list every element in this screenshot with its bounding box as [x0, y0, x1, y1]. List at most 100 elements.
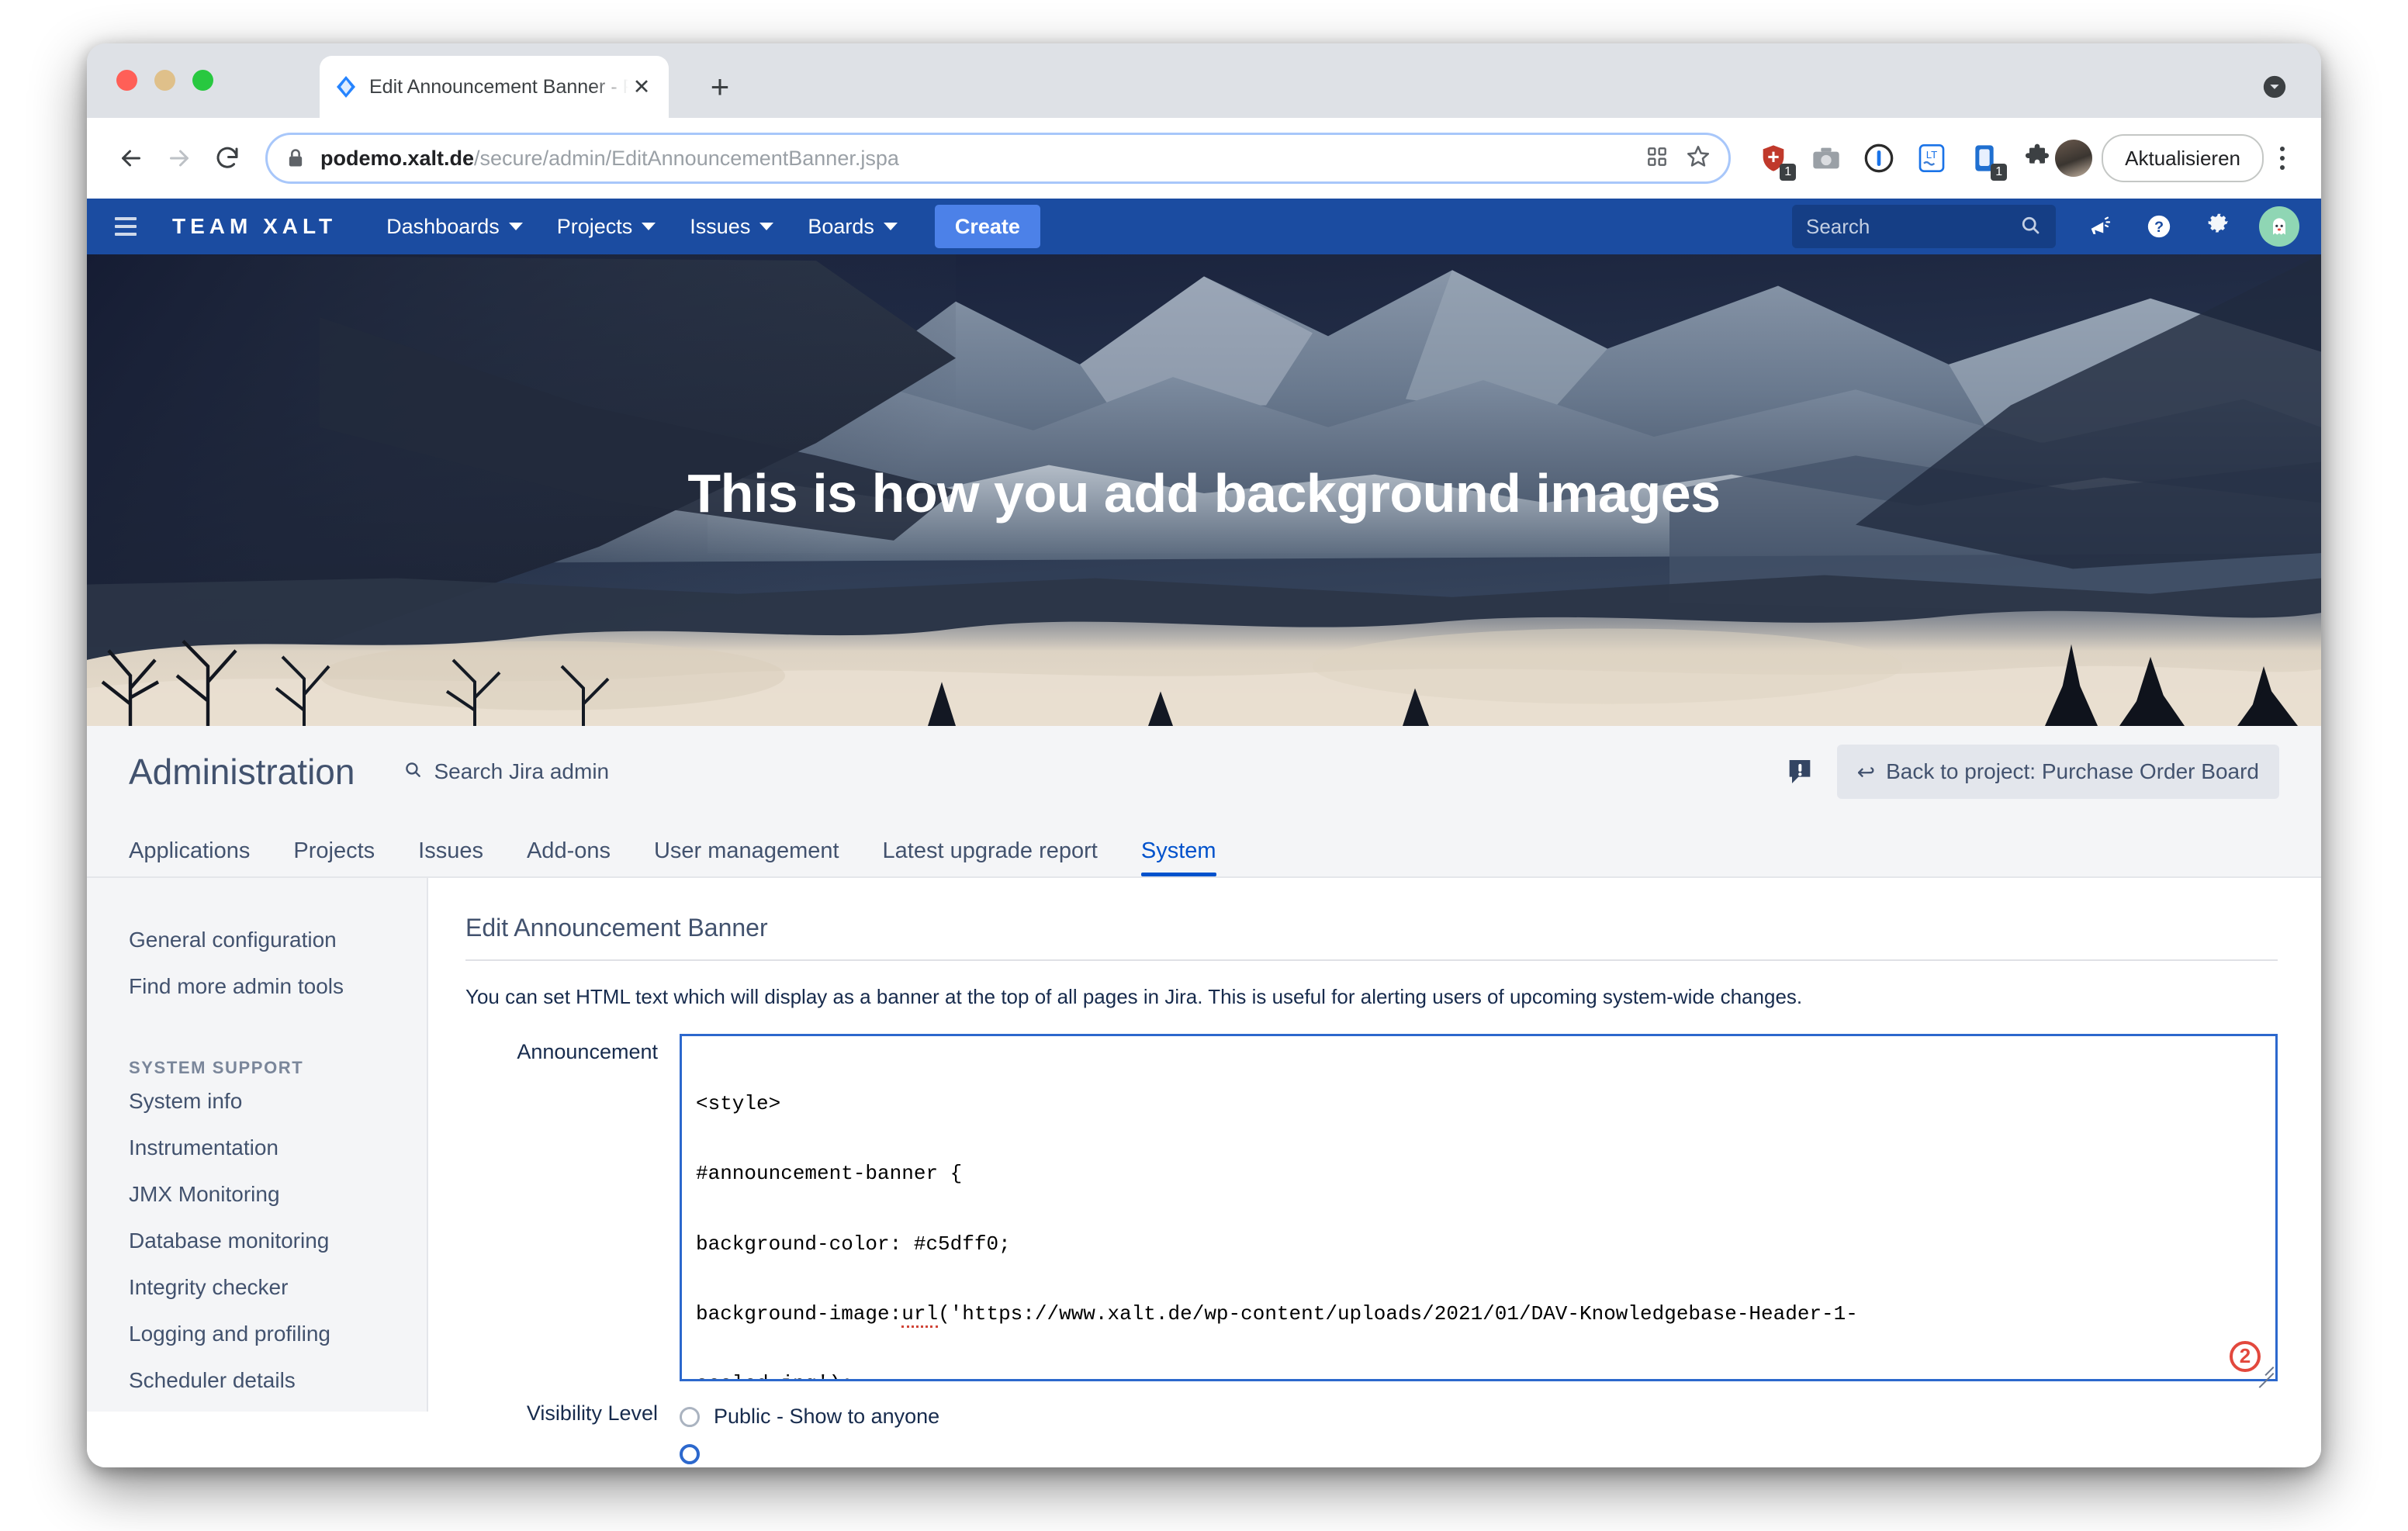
- forward-button[interactable]: [155, 134, 203, 182]
- close-window-button[interactable]: [116, 70, 137, 91]
- sidebar-item-troubleshooting-and-support[interactable]: Troubleshooting and support: [87, 1404, 427, 1412]
- back-to-project-button[interactable]: ↩ Back to project: Purchase Order Board: [1836, 745, 2279, 799]
- megaphone-icon[interactable]: [2082, 209, 2118, 244]
- browser-tab-strip: Edit Announcement Banner - P ✕ +: [87, 43, 2321, 118]
- browser-window: Edit Announcement Banner - P ✕ + podemo.…: [87, 43, 2321, 1467]
- address-bar-url: podemo.xalt.de/secure/admin/EditAnnounce…: [320, 147, 1634, 171]
- administration-tabs: Applications Projects Issues Add-ons Use…: [87, 817, 2321, 876]
- tab-applications[interactable]: Applications: [129, 838, 250, 876]
- main-description: You can set HTML text which will display…: [465, 985, 1803, 1008]
- browser-tab-title: Edit Announcement Banner - P: [369, 75, 628, 98]
- qr-code-icon[interactable]: [1645, 144, 1669, 173]
- radio-button-second[interactable]: [680, 1443, 700, 1464]
- window-traffic-lights: [116, 70, 213, 91]
- announcement-field-label: Announcement: [517, 1039, 658, 1063]
- zoom-window-button[interactable]: [192, 70, 213, 91]
- chrome-profile-avatar[interactable]: [2055, 140, 2093, 177]
- admin-search-label: Search Jira admin: [434, 759, 610, 783]
- new-tab-button[interactable]: +: [700, 67, 740, 107]
- code-line: #announcement-banner {: [696, 1162, 963, 1186]
- user-avatar[interactable]: [2259, 206, 2299, 247]
- jira-search-input[interactable]: Search: [1792, 205, 2056, 248]
- tab-system[interactable]: System: [1140, 838, 1216, 876]
- heading-divider: [465, 959, 2278, 961]
- tab-issues[interactable]: Issues: [418, 838, 483, 876]
- shield-extension-badge: 1: [1780, 164, 1797, 181]
- feedback-icon[interactable]: [1784, 755, 1815, 789]
- annotation-badge-2: 2: [2230, 1340, 2261, 1372]
- administration-section: Administration Search Jira admin ↩ Back …: [87, 726, 2321, 876]
- jira-top-navigation: TEAM XALT Dashboards Projects Issues Boa…: [87, 199, 2321, 254]
- update-chrome-button[interactable]: Aktualisieren: [2102, 134, 2264, 182]
- jira-favicon-icon: [334, 74, 358, 99]
- sidebar-item-integrity-checker[interactable]: Integrity checker: [87, 1264, 427, 1311]
- admin-main-panel: Edit Announcement Banner You can set HTM…: [428, 878, 2321, 1464]
- tab-add-ons[interactable]: Add-ons: [527, 838, 611, 876]
- code-line: scaled.jpg');: [696, 1372, 2264, 1378]
- browser-tab[interactable]: Edit Announcement Banner - P ✕: [320, 56, 669, 118]
- sidebar-item-scheduler-details[interactable]: Scheduler details: [87, 1357, 427, 1404]
- code-token-suffix: ('https://www.xalt.de/wp-content/uploads…: [938, 1302, 1858, 1326]
- sidebar-item-database-monitoring[interactable]: Database monitoring: [87, 1218, 427, 1264]
- tab-search-icon[interactable]: [2254, 67, 2295, 107]
- back-button[interactable]: [107, 134, 155, 182]
- announcement-textarea-wrapper: <style> #announcement-banner { backgroun…: [680, 1033, 2278, 1381]
- visibility-level-label: Visibility Level: [526, 1401, 658, 1425]
- camera-extension-icon[interactable]: [1808, 140, 1844, 176]
- sidebar-item-instrumentation[interactable]: Instrumentation: [87, 1125, 427, 1171]
- close-tab-icon[interactable]: ✕: [628, 74, 655, 100]
- announcement-banner-preview: This is how you add background images: [87, 254, 2321, 726]
- bookmark-star-icon[interactable]: [1685, 143, 1711, 174]
- clipboard-extension-badge: 1: [1991, 164, 2008, 181]
- jira-nav-icons: ?: [2082, 206, 2299, 247]
- announcement-textarea[interactable]: <style> #announcement-banner { backgroun…: [680, 1033, 2278, 1381]
- sidebar-section-system-support: SYSTEM SUPPORT: [129, 1058, 304, 1077]
- sidebar-item-logging-and-profiling[interactable]: Logging and profiling: [87, 1311, 427, 1357]
- browser-toolbar: podemo.xalt.de/secure/admin/EditAnnounce…: [87, 118, 2321, 199]
- visibility-level-options: Public - Show to anyone: [680, 1398, 2278, 1467]
- main-heading: Edit Announcement Banner: [465, 914, 768, 942]
- chevron-down-icon: [508, 223, 523, 230]
- nav-item-projects[interactable]: Projects: [540, 205, 673, 248]
- chevron-down-icon: [759, 223, 774, 230]
- clipboard-extension-icon[interactable]: 1: [1967, 140, 2008, 181]
- nav-item-boards[interactable]: Boards: [791, 205, 915, 248]
- shield-extension-icon[interactable]: 1: [1756, 140, 1797, 181]
- create-button[interactable]: Create: [934, 205, 1040, 248]
- visibility-option-second[interactable]: [680, 1436, 2278, 1467]
- languagetool-extension-icon[interactable]: LT: [1914, 140, 1950, 176]
- settings-gear-icon[interactable]: [2200, 209, 2236, 244]
- tab-projects[interactable]: Projects: [293, 838, 375, 876]
- reload-button[interactable]: [203, 134, 251, 182]
- visibility-option-public[interactable]: Public - Show to anyone: [680, 1398, 2278, 1436]
- svg-text:?: ?: [2154, 219, 2164, 236]
- sidebar-item-jmx-monitoring[interactable]: JMX Monitoring: [87, 1171, 427, 1218]
- page-title: Administration: [129, 752, 355, 792]
- address-bar[interactable]: podemo.xalt.de/secure/admin/EditAnnounce…: [265, 133, 1732, 184]
- chrome-menu-icon[interactable]: [2264, 136, 2301, 181]
- sidebar-item-system-info[interactable]: System info: [87, 1078, 427, 1125]
- sidebar-item-general-configuration[interactable]: General configuration: [87, 917, 427, 963]
- nav-item-dashboards[interactable]: Dashboards: [369, 205, 540, 248]
- tab-user-management[interactable]: User management: [654, 838, 839, 876]
- lock-icon: [285, 147, 306, 169]
- back-arrow-icon: ↩: [1856, 759, 1876, 784]
- code-line-background-image: background-image:url('https://www.xalt.d…: [696, 1302, 2264, 1329]
- hamburger-menu-icon[interactable]: [107, 208, 144, 245]
- page-viewport: TEAM XALT Dashboards Projects Issues Boa…: [87, 199, 2321, 1467]
- help-icon[interactable]: ?: [2141, 209, 2177, 244]
- minimize-window-button[interactable]: [154, 70, 175, 91]
- jira-brand-logo[interactable]: TEAM XALT: [172, 214, 337, 239]
- admin-search-input[interactable]: Search Jira admin: [403, 759, 609, 785]
- code-token-url-misspelled: url: [901, 1302, 939, 1329]
- code-line: background-color: #c5dff0;: [696, 1232, 1011, 1256]
- chevron-down-icon: [642, 223, 656, 230]
- sidebar-item-find-more-admin-tools[interactable]: Find more admin tools: [87, 963, 427, 1010]
- puzzle-extensions-icon[interactable]: [2019, 140, 2055, 176]
- pocket-extension-icon[interactable]: [1861, 140, 1897, 176]
- nav-item-issues[interactable]: Issues: [673, 205, 791, 248]
- tab-latest-upgrade-report[interactable]: Latest upgrade report: [883, 838, 1098, 876]
- jira-search-placeholder: Search: [1806, 214, 1870, 238]
- admin-sidebar: General configuration Find more admin to…: [87, 878, 428, 1412]
- radio-button-public[interactable]: [680, 1406, 700, 1427]
